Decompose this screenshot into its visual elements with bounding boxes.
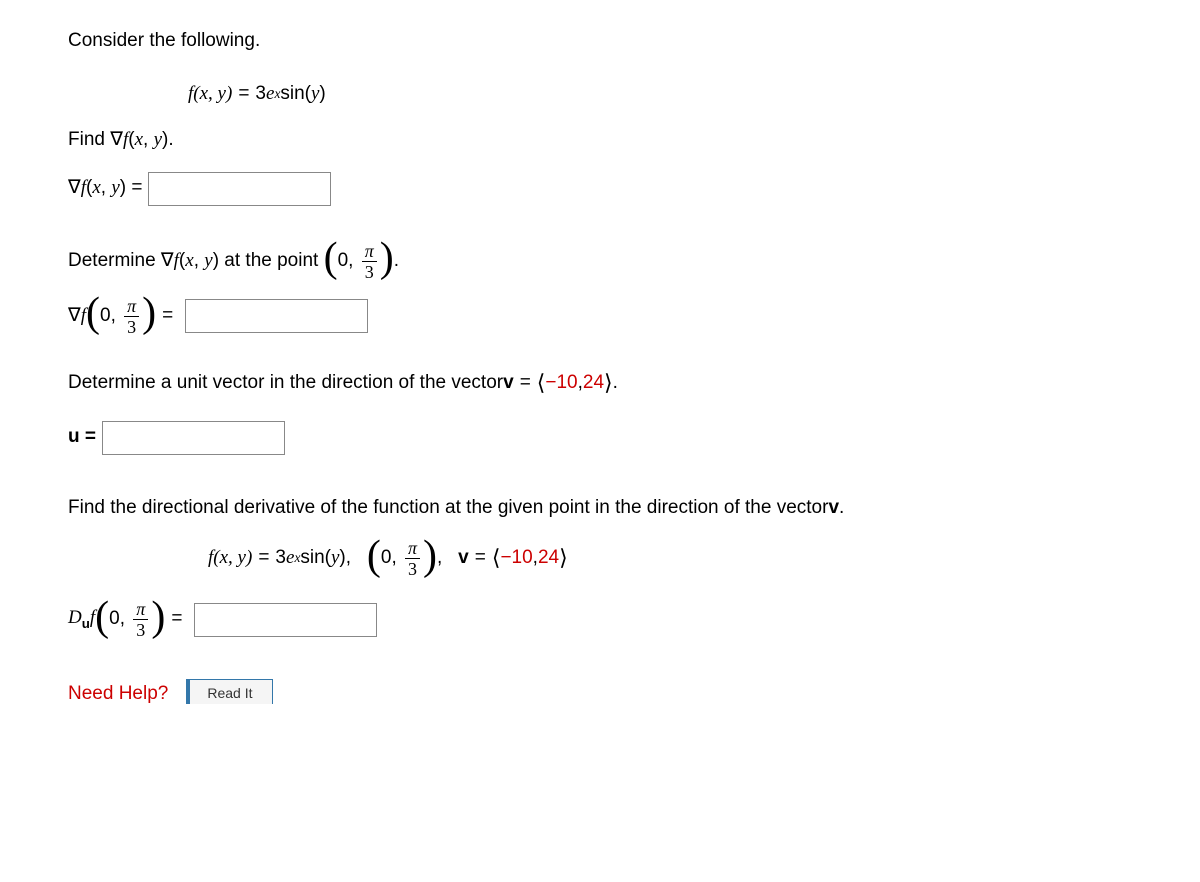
unit-vector-text: Determine a unit vector in the direction… xyxy=(68,368,1132,399)
du-label: Duf xyxy=(68,605,95,633)
point-frac: π 3 xyxy=(362,242,377,281)
angle-close-2: ⟩ xyxy=(559,543,568,574)
v-symbol-1: v xyxy=(503,370,514,397)
grad-at-label: ∇f xyxy=(68,303,86,330)
gradient-input[interactable] xyxy=(148,172,331,206)
sum-sin-open: sin( xyxy=(300,545,331,572)
sum-pt-den: 3 xyxy=(405,559,420,578)
grad-at-input[interactable] xyxy=(185,299,368,333)
u-input[interactable] xyxy=(102,421,285,455)
point-frac-den: 3 xyxy=(362,262,377,281)
func-lhs: f(x, y) xyxy=(188,81,232,108)
sum-sin-arg: y xyxy=(331,545,339,572)
dir-deriv-pre: Find the directional derivative of the f… xyxy=(68,495,828,522)
v-b-1: 24 xyxy=(583,370,604,397)
du-frac: π 3 xyxy=(133,600,148,639)
du-num: π xyxy=(133,600,148,620)
determine-grad-pre: Determine ∇f(x, y) at the point xyxy=(68,248,324,275)
sum-point: ( 0, π 3 ) xyxy=(367,539,437,578)
func-arg: y xyxy=(311,81,319,108)
sum-pt-num: π xyxy=(405,539,420,559)
v-a-1: −10 xyxy=(545,370,577,397)
point-frac-num: π xyxy=(362,242,377,262)
grad-at-first: 0 xyxy=(100,303,111,330)
grad-at-paren: ( 0, π 3 ) xyxy=(86,297,156,336)
du-input[interactable] xyxy=(194,603,377,637)
grad-at-den: 3 xyxy=(124,317,139,336)
unit-vec-pre: Determine a unit vector in the direction… xyxy=(68,370,503,397)
grad-at-num: π xyxy=(124,297,139,317)
angle-open-2: ⟨ xyxy=(492,543,501,574)
determine-grad-text: Determine ∇f(x, y) at the point ( 0, π 3… xyxy=(68,242,1132,281)
du-paren: ( 0, π 3 ) xyxy=(95,600,165,639)
period-1: . xyxy=(394,248,399,275)
v-symbol-2: v xyxy=(828,495,839,522)
point-paren: ( 0, π 3 ) xyxy=(324,242,394,281)
sum-v-b: 24 xyxy=(538,545,559,572)
point-first: 0 xyxy=(338,248,349,275)
find-gradient-text: Find ∇f(x, y). xyxy=(68,127,1132,154)
sum-pt-first: 0 xyxy=(381,545,392,572)
grad-at-point-row: ∇f ( 0, π 3 ) = xyxy=(68,297,1132,336)
du-first: 0 xyxy=(109,606,120,633)
equals-1: = xyxy=(238,81,249,108)
du-answer-row: Duf ( 0, π 3 ) = xyxy=(68,600,1132,639)
equals-2: = xyxy=(162,303,173,330)
need-help-label: Need Help? xyxy=(68,681,168,705)
sum-frac: π 3 xyxy=(405,539,420,578)
intro-text: Consider the following. xyxy=(68,28,1132,55)
sum-v-a: −10 xyxy=(500,545,532,572)
need-help-row: Need Help? Read It xyxy=(68,679,1132,704)
du-den: 3 xyxy=(133,620,148,639)
equals-5: = xyxy=(475,545,486,572)
read-it-label: Read It xyxy=(207,685,252,701)
gradient-label: ∇f(x, y) = xyxy=(68,175,142,202)
func-coeff: 3 xyxy=(255,81,266,108)
summary-row: f(x, y) = 3ex sin(y), ( 0, π 3 ) , v = ⟨… xyxy=(68,539,1132,578)
sum-f-lhs: f(x, y) xyxy=(208,545,252,572)
du-sub: u xyxy=(82,616,90,631)
func-sin-open: sin( xyxy=(280,81,311,108)
grad-at-frac: π 3 xyxy=(124,297,139,336)
angle-close-1: ⟩ xyxy=(604,368,613,399)
period-3: . xyxy=(839,495,844,522)
gradient-answer-row: ∇f(x, y) = xyxy=(68,172,1132,206)
sum-v-sym: v xyxy=(458,545,469,572)
intro-text-content: Consider the following. xyxy=(68,28,260,55)
equals-6: = xyxy=(171,606,182,633)
du-D: D xyxy=(68,607,82,628)
function-definition: f(x, y) = 3ex sin(y) xyxy=(68,81,1132,108)
dir-deriv-text: Find the directional derivative of the f… xyxy=(68,495,1132,522)
read-it-button[interactable]: Read It xyxy=(186,679,273,704)
equals-3: = xyxy=(520,370,531,397)
period-2: . xyxy=(613,370,618,397)
sum-coeff: 3 xyxy=(275,545,286,572)
equals-4: = xyxy=(258,545,269,572)
func-close: ) xyxy=(319,81,325,108)
angle-open-1: ⟨ xyxy=(537,368,546,399)
u-answer-row: u = xyxy=(68,421,1132,455)
u-label: u = xyxy=(68,424,96,451)
